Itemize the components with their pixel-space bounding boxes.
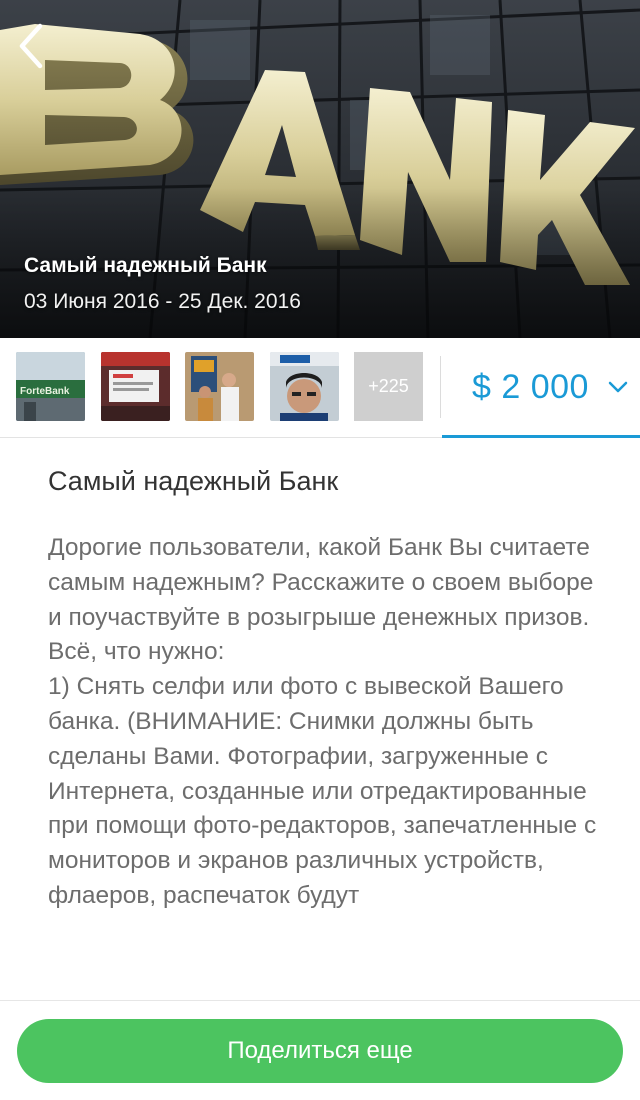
thumbnail-photo-1[interactable]: ForteBank — [16, 352, 85, 421]
thumb-sign-text: ForteBank — [20, 386, 70, 397]
thumbnail-photo-4[interactable] — [270, 352, 339, 421]
forte-bank-photo: ForteBank — [16, 352, 85, 421]
more-photos-button[interactable]: +225 — [354, 352, 423, 421]
bank-interior-photo — [101, 352, 170, 421]
hero-dates: 03 Июня 2016 - 25 Дек. 2016 — [24, 290, 301, 313]
bank-branch-photo — [185, 352, 254, 421]
more-photos-count: +225 — [368, 376, 409, 396]
hero-title: Самый надежный Банк — [24, 254, 267, 277]
footer-bar: Поделиться еще — [0, 1000, 640, 1100]
chevron-down-icon — [608, 381, 628, 393]
description-panel: Самый надежный Банк Дорогие пользователи… — [0, 438, 640, 1000]
description-paragraph: 1) Снять селфи или фото с вывеской Вашег… — [48, 673, 597, 909]
description-body: Дорогие пользователи, какой Банк Вы счит… — [48, 531, 608, 914]
thumbnail-photo-3[interactable] — [185, 352, 254, 421]
prize-amount: $ 2 000 — [472, 368, 589, 406]
thumbnail-strip: ForteBank +225 $ 2 000 — [0, 338, 640, 438]
description-title: Самый надежный Банк — [48, 466, 339, 496]
back-button[interactable] — [12, 20, 56, 72]
strip-divider — [440, 356, 441, 418]
hero-banner: Самый надежный Банк 03 Июня 2016 - 25 Де… — [0, 0, 640, 338]
share-more-button[interactable]: Поделиться еще — [17, 1019, 623, 1083]
prize-amount-dropdown[interactable]: $ 2 000 — [442, 338, 640, 438]
description-paragraph: Дорогие пользователи, какой Банк Вы счит… — [48, 534, 594, 666]
chevron-left-icon — [19, 23, 43, 69]
thumbnail-photo-2[interactable] — [101, 352, 170, 421]
selfie-photo — [270, 352, 339, 421]
